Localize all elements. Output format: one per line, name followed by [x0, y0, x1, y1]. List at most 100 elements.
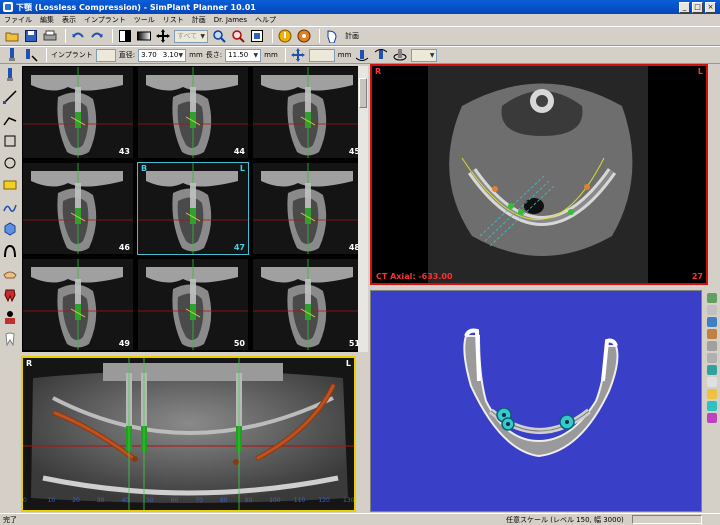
diameter-label: 直径: — [118, 51, 136, 59]
scrollbar-thumb[interactable] — [359, 78, 367, 108]
main-toolbar: すべて ▼ 計画 — [0, 26, 720, 46]
zoom-value: すべて — [177, 31, 198, 40]
cross-section-slice[interactable]: 44 — [137, 66, 249, 159]
save-icon[interactable] — [23, 28, 39, 44]
note-tool-icon[interactable] — [3, 178, 17, 192]
bone-mask-icon[interactable] — [707, 365, 717, 375]
zoom-combo[interactable]: すべて ▼ — [174, 29, 208, 43]
cross-section-slice[interactable]: 48 — [252, 162, 364, 255]
pan-icon[interactable] — [155, 28, 171, 44]
nerve-visibility-icon[interactable] — [707, 413, 717, 423]
menu-plan[interactable]: 計画 — [192, 15, 206, 25]
implant-tool-icon[interactable] — [4, 47, 20, 63]
pano-scale-tick: 40 — [121, 497, 130, 504]
offset-combo[interactable] — [308, 48, 335, 62]
ellipse-tool-icon[interactable] — [3, 156, 17, 170]
cross-section-slice[interactable]: 47 B L — [137, 162, 249, 255]
implant-insert-icon[interactable] — [3, 68, 17, 82]
tooth-mask-icon[interactable] — [707, 377, 717, 387]
status-bar: 完了 任意スケール (レベル 150, 幅 3000) — [0, 513, 720, 525]
diameter-combo[interactable]: 3.70 3.10 ▼ — [138, 48, 187, 62]
length-unit: mm — [264, 51, 278, 59]
view-top-icon[interactable] — [707, 305, 717, 315]
3d-view[interactable] — [370, 290, 702, 512]
axial-image — [372, 66, 706, 283]
implant-label: インプラント — [51, 51, 93, 59]
pano-scale-tick: 110 — [293, 497, 306, 504]
title-bar[interactable]: 下顎 (Lossless Compression) - SimPlant Pla… — [0, 0, 720, 14]
zoom-in-icon[interactable] — [211, 28, 227, 44]
volume-icon[interactable] — [3, 222, 17, 236]
implant-visibility-icon[interactable] — [707, 389, 717, 399]
menu-view[interactable]: 表示 — [62, 15, 76, 25]
undo-icon[interactable] — [70, 28, 86, 44]
status-scale: 任意スケール (レベル 150, 幅 3000) — [506, 515, 624, 524]
status-text: 完了 — [3, 515, 17, 524]
menu-edit[interactable]: 編集 — [40, 15, 54, 25]
length-combo[interactable]: 11.50 ▼ — [225, 48, 262, 62]
implant-abutment-icon[interactable] — [23, 47, 39, 63]
rotate-3d-icon[interactable] — [707, 353, 717, 363]
minimize-button[interactable]: _ — [679, 1, 690, 13]
cross-section-slice[interactable]: 49 — [22, 258, 134, 351]
view-bottom-icon[interactable] — [707, 329, 717, 339]
cross-section-slice[interactable]: 50 — [137, 258, 249, 351]
density-profile-icon[interactable] — [3, 200, 17, 214]
pano-scale-tick: 60 — [170, 497, 179, 504]
info-icon[interactable] — [277, 28, 293, 44]
toolbar-separator — [112, 29, 113, 43]
surgical-guide-icon[interactable] — [3, 266, 17, 280]
axis-rotate-icon[interactable] — [392, 47, 408, 63]
menu-implant[interactable]: インプラント — [84, 15, 126, 25]
guide-visibility-icon[interactable] — [707, 401, 717, 411]
zoom-out-icon[interactable] — [230, 28, 246, 44]
view-front-icon[interactable] — [707, 293, 717, 303]
cross-section-slice[interactable]: 43 — [22, 66, 134, 159]
menu-user[interactable]: Dr. James — [214, 16, 247, 24]
rotate-right-icon[interactable] — [373, 47, 389, 63]
menu-tools[interactable]: ツール — [134, 15, 155, 25]
cross-section-slice[interactable]: 45 — [252, 66, 364, 159]
nerve-tool-icon[interactable] — [3, 244, 17, 258]
menu-list[interactable]: リスト — [163, 15, 184, 25]
axial-view[interactable]: R L CT Axial: -633.00 27 — [370, 64, 708, 285]
implant-combo[interactable] — [95, 48, 116, 62]
slice-image — [23, 67, 133, 158]
open-icon[interactable] — [4, 28, 20, 44]
cross-section-grid[interactable]: 43 44 45 46 47 B L 48 49 50 51 — [22, 66, 368, 352]
axial-corner-left: L — [697, 67, 703, 76]
menu-help[interactable]: ヘルプ — [255, 15, 276, 25]
contrast-icon[interactable] — [117, 28, 133, 44]
slice-image — [253, 67, 363, 158]
maximize-button[interactable]: □ — [692, 1, 703, 13]
user-profile-icon[interactable] — [3, 310, 17, 324]
diameter-unit: mm — [189, 51, 203, 59]
fit-icon[interactable] — [249, 28, 265, 44]
plan-icon[interactable] — [324, 28, 340, 44]
print-icon[interactable] — [42, 28, 58, 44]
window-level-icon[interactable] — [136, 28, 152, 44]
tooth-icon[interactable] — [3, 332, 17, 346]
chevron-down-icon: ▼ — [429, 51, 435, 59]
offset-unit: mm — [337, 51, 352, 59]
cross-section-slice[interactable]: 51 — [252, 258, 364, 351]
tooth-crown-icon[interactable] — [3, 288, 17, 302]
slices-scrollbar[interactable] — [358, 66, 368, 352]
opacity-icon[interactable] — [707, 341, 717, 351]
close-button[interactable]: × — [705, 1, 716, 13]
slice-number: 49 — [118, 339, 130, 348]
cross-section-slice[interactable]: 46 — [22, 162, 134, 255]
move-icon[interactable] — [290, 47, 306, 63]
rectangle-tool-icon[interactable] — [3, 134, 17, 148]
view-side-icon[interactable] — [707, 317, 717, 327]
redo-icon[interactable] — [89, 28, 105, 44]
line-tool-icon[interactable] — [3, 90, 17, 104]
measure-icon[interactable] — [296, 28, 312, 44]
menu-file[interactable]: ファイル — [4, 15, 32, 25]
slice-image — [23, 259, 133, 350]
polyline-tool-icon[interactable] — [3, 112, 17, 126]
angle-combo[interactable]: ▼ — [411, 48, 438, 62]
rotate-left-icon[interactable] — [354, 47, 370, 63]
plan-label[interactable]: 計画 — [345, 31, 359, 41]
panoramic-view[interactable]: R L 0 10 20 30 40 50 60 70 80 90 100 110 120 130 — [21, 356, 356, 512]
